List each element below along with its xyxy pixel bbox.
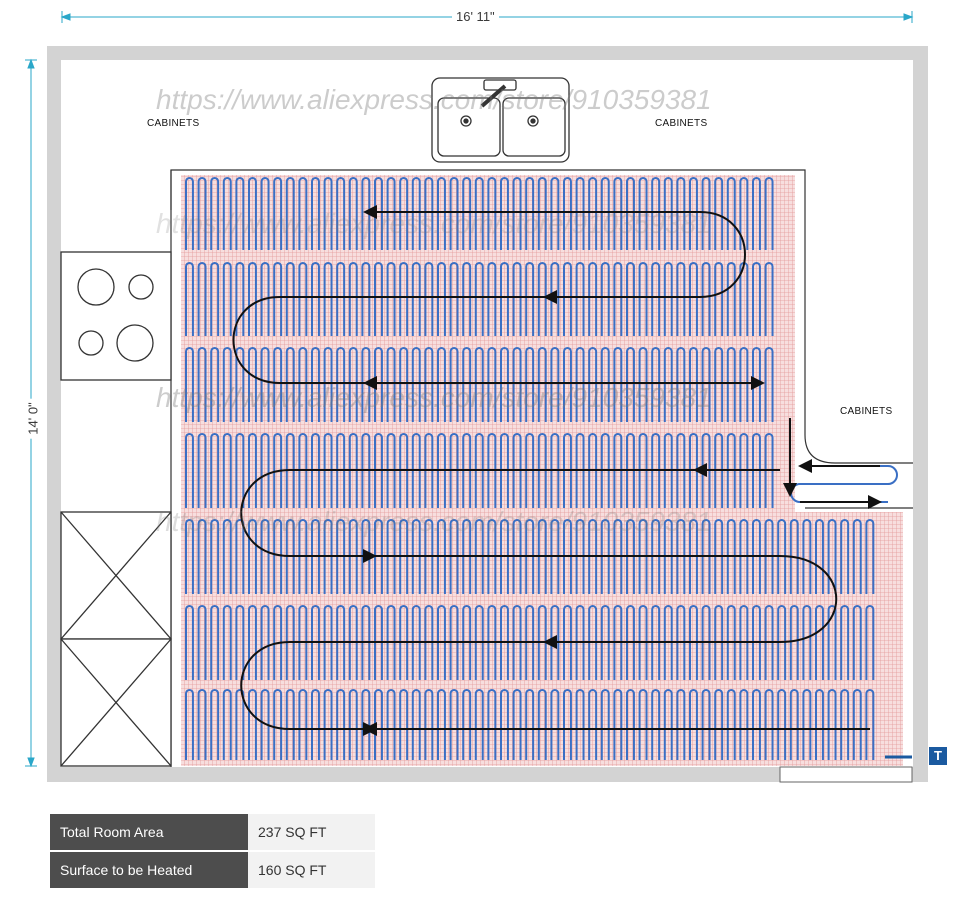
- heated-area-label: Surface to be Heated: [50, 852, 248, 888]
- thermostat-icon: T: [929, 747, 947, 765]
- door-opening: [779, 766, 913, 783]
- total-area-label: Total Room Area: [50, 814, 248, 850]
- sink-icon: [431, 77, 570, 163]
- table-row: Surface to be Heated 160 SQ FT: [50, 852, 375, 888]
- appliance-box-icon: [60, 511, 172, 767]
- table-row: Total Room Area 237 SQ FT: [50, 814, 375, 850]
- cabinets-label-right: CABINETS: [655, 118, 708, 129]
- heated-area-value: 160 SQ FT: [248, 852, 375, 888]
- cabinets-label-side: CABINETS: [840, 406, 893, 417]
- floor-plan: [25, 11, 928, 783]
- cooktop-icon: [60, 251, 172, 381]
- width-dimension-label: 16' 11": [452, 9, 499, 24]
- cabinets-label-left: CABINETS: [147, 118, 200, 129]
- total-area-value: 237 SQ FT: [248, 814, 375, 850]
- height-dimension-label: 14' 0": [25, 398, 41, 439]
- specs-table: Total Room Area 237 SQ FT Surface to be …: [50, 812, 375, 890]
